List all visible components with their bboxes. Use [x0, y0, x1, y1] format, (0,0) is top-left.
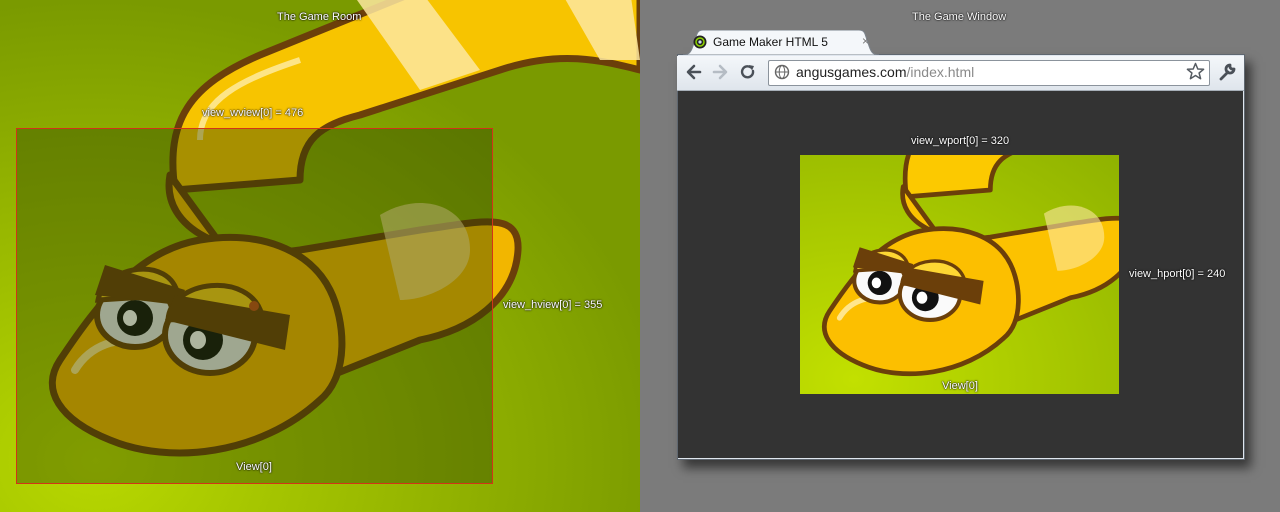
- reload-icon[interactable]: [739, 63, 757, 81]
- snake-viewport-illustration: [800, 155, 1119, 394]
- back-arrow-icon[interactable]: [685, 63, 703, 81]
- star-icon[interactable]: [1186, 62, 1205, 81]
- game-window-title: The Game Window: [912, 11, 1007, 23]
- forward-arrow-icon[interactable]: [711, 63, 729, 81]
- tab-title: Game Maker HTML 5: [713, 35, 828, 49]
- window-view-label: View[0]: [942, 380, 978, 392]
- url-host: angusgames.com: [796, 64, 907, 80]
- view-hview-label: view_hview[0] = 355: [503, 299, 603, 311]
- view-wview-label: view_wview[0] = 476: [202, 107, 304, 119]
- tab-close-icon[interactable]: ×: [862, 34, 869, 48]
- view-wport-label: view_wport[0] = 320: [911, 135, 1010, 147]
- globe-icon: [774, 64, 790, 80]
- gamemaker-icon: [693, 35, 707, 49]
- game-room: The Game Room view_wview[0] = 476 view_h…: [0, 0, 640, 512]
- url-path: /index.html: [906, 64, 975, 80]
- room-view-label: View[0]: [236, 461, 272, 473]
- game-viewport: [800, 155, 1119, 394]
- view-hport-label: view_hport[0] = 240: [1129, 268, 1226, 280]
- snake-room-illustration: [0, 0, 640, 512]
- url-text[interactable]: angusgames.com/index.html: [796, 64, 974, 80]
- wrench-icon[interactable]: [1217, 62, 1237, 82]
- game-room-title: The Game Room: [277, 11, 362, 23]
